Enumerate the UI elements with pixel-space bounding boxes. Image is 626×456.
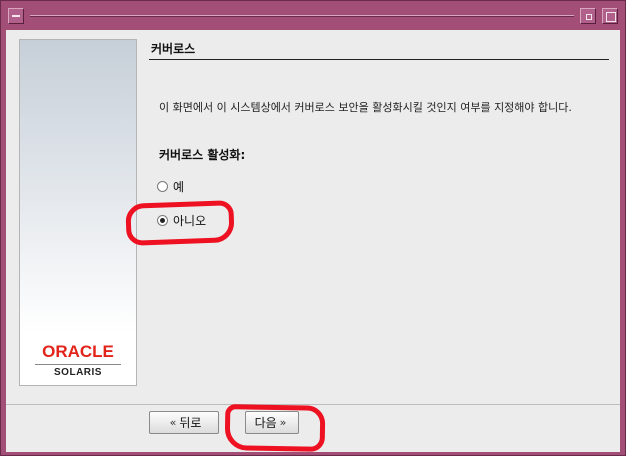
minimize-button[interactable] (580, 8, 596, 24)
back-button-label: 뒤로 (179, 416, 202, 430)
kerberos-enable-label: 커버로스 활성화: (159, 148, 246, 162)
highlight-next-button (224, 404, 326, 452)
page-title: 커버로스 (151, 42, 196, 56)
side-panel: ORACLE SOLARIS (19, 39, 137, 386)
footer-divider (6, 404, 620, 405)
logo-product: SOLARIS (54, 367, 102, 378)
window-menu-button[interactable] (8, 8, 24, 24)
title-bar-groove-shadow (30, 16, 574, 17)
installer-window: ORACLE SOLARIS 커버로스 이 화면에서 이 시스템상에서 커버로스… (0, 0, 626, 456)
option-yes-label: 예 (173, 179, 185, 194)
highlight-no-option (125, 200, 235, 246)
radio-yes[interactable] (157, 180, 168, 192)
logo-brand: ORACLE (42, 342, 114, 361)
title-divider (149, 59, 609, 60)
maximize-button[interactable] (602, 8, 618, 24)
page-description: 이 화면에서 이 시스템상에서 커버로스 보안을 활성화시킬 것인지 여부를 지… (159, 101, 572, 114)
option-yes[interactable]: 예 (157, 177, 184, 195)
back-button[interactable]: « 뒤로 (149, 411, 219, 434)
logo-divider (35, 364, 121, 365)
oracle-solaris-logo: ORACLE SOLARIS (20, 343, 136, 378)
wizard-content: ORACLE SOLARIS 커버로스 이 화면에서 이 시스템상에서 커버로스… (6, 30, 620, 452)
double-chevron-left-icon: « (169, 416, 177, 429)
title-bar[interactable] (4, 4, 622, 28)
